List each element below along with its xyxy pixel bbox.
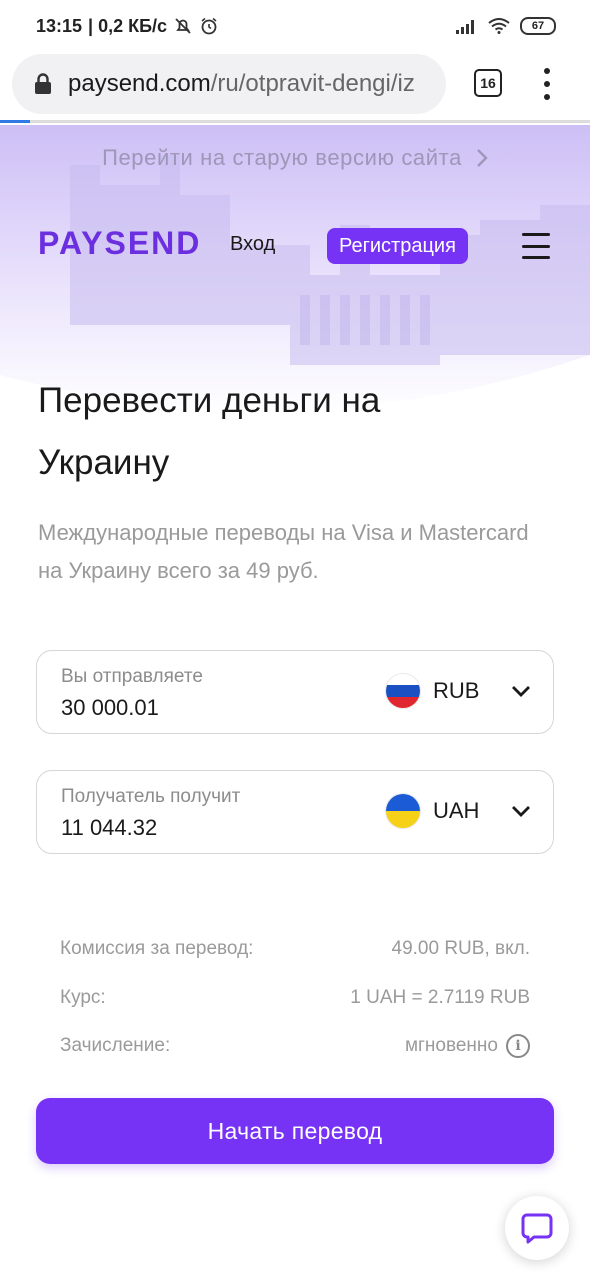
signal-icon <box>456 18 478 34</box>
delivery-row: Зачисление: мгновенно i <box>60 1034 530 1058</box>
paysend-logo[interactable]: PAYSEND <box>38 225 201 262</box>
page-load-progress <box>0 120 590 123</box>
page-subtitle: Международные переводы на Visa и Masterc… <box>38 520 529 583</box>
lock-icon <box>34 73 52 95</box>
tab-switcher-button[interactable]: 16 <box>474 69 502 97</box>
rate-value: 1 UAH = 2.7119 RUB <box>350 987 530 1008</box>
status-net-speed: | 0,2 КБ/с <box>88 15 168 36</box>
url-host: paysend.com <box>68 70 211 97</box>
address-bar[interactable]: paysend.com/ru/otpravit-dengi/iz <box>12 54 446 114</box>
chevron-down-icon <box>512 806 531 817</box>
wifi-icon <box>488 18 510 34</box>
fee-value: 49.00 RUB, вкл. <box>391 938 530 959</box>
fee-value-wrap: 49.00 RUB, вкл. <box>392 938 530 960</box>
old-version-link-label: Перейти на старую версию сайта <box>102 145 462 170</box>
chevron-right-icon <box>477 149 488 167</box>
status-bar: 13:15 | 0,2 КБ/с 67 <box>0 0 590 52</box>
fee-row: Комиссия за перевод: 49.00 RUB, вкл. <box>60 938 530 960</box>
russia-flag-icon <box>385 673 421 709</box>
chevron-down-icon <box>512 686 531 697</box>
status-time: 13:15 <box>36 15 83 36</box>
send-currency-selector[interactable]: RUB <box>385 673 531 709</box>
rate-value-wrap: 1 UAH = 2.7119 RUB <box>350 987 530 1009</box>
delivery-value: мгновенно <box>404 1035 498 1056</box>
send-amount-input[interactable]: 30 000.01 <box>61 695 159 721</box>
receive-currency-code: UAH <box>433 798 480 823</box>
receive-currency-selector[interactable]: UAH <box>385 793 531 829</box>
delivery-value-wrap: мгновенно i <box>405 1034 530 1058</box>
fee-label: Комиссия за перевод: <box>60 938 254 959</box>
start-transfer-button[interactable]: Начать перевод <box>36 1098 554 1164</box>
url-text: paysend.com/ru/otpravit-dengi/iz <box>68 70 415 98</box>
rate-row: Курс: 1 UAH = 2.7119 RUB <box>60 987 530 1009</box>
status-right: 67 <box>456 17 556 35</box>
browser-menu-icon[interactable] <box>540 68 554 100</box>
battery-indicator: 67 <box>520 17 556 35</box>
send-amount-label: Вы отправляете <box>61 666 203 687</box>
chat-icon <box>521 1213 553 1244</box>
receive-amount-label: Получатель получит <box>61 786 241 807</box>
register-button[interactable]: Регистрация <box>327 228 468 264</box>
info-icon[interactable]: i <box>506 1034 530 1058</box>
send-currency-code: RUB <box>433 678 480 703</box>
mute-bell-icon <box>173 16 193 36</box>
page-load-progress-fill <box>0 120 30 123</box>
alarm-icon <box>199 16 219 36</box>
browser-toolbar: paysend.com/ru/otpravit-dengi/iz 16 <box>0 52 590 123</box>
chat-button[interactable] <box>505 1196 569 1260</box>
page-title: Перевести деньги на Украину <box>38 381 381 482</box>
receive-amount-field[interactable]: Получатель получит 11 044.32 UAH <box>36 770 554 854</box>
receive-amount-input[interactable]: 11 044.32 <box>61 815 157 841</box>
old-version-link[interactable]: Перейти на старую версию сайта <box>0 145 590 171</box>
delivery-label: Зачисление: <box>60 1035 171 1056</box>
url-path: /ru/otpravit-dengi/iz <box>210 70 415 97</box>
rate-label: Курс: <box>60 987 106 1008</box>
status-left: 13:15 | 0,2 КБ/с <box>36 16 219 37</box>
send-amount-field[interactable]: Вы отправляете 30 000.01 RUB <box>36 650 554 734</box>
hamburger-menu-icon[interactable] <box>522 233 550 259</box>
ukraine-flag-icon <box>385 793 421 829</box>
login-link[interactable]: Вход <box>230 233 275 256</box>
